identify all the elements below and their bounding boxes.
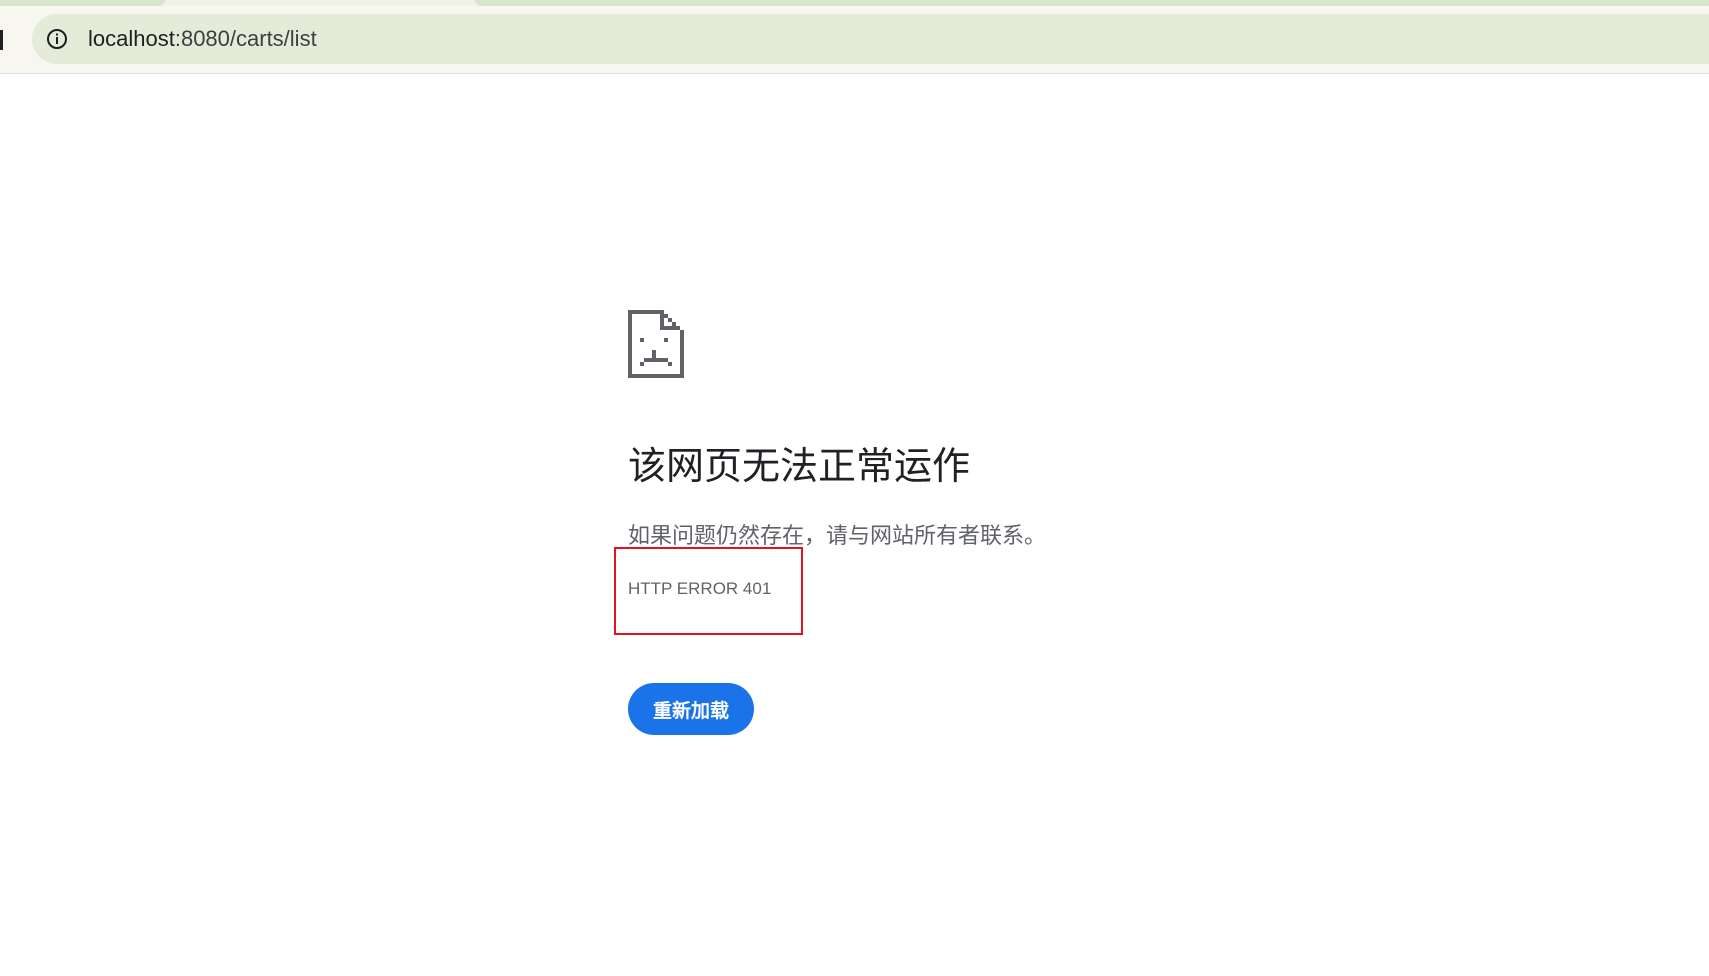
error-code-highlight — [614, 547, 803, 635]
url-host: localhost — [88, 26, 175, 51]
tab-strip — [0, 0, 1709, 6]
tab-left[interactable] — [0, 0, 165, 6]
address-bar[interactable]: localhost:8080/carts/list — [32, 14, 1709, 64]
url-text[interactable]: localhost:8080/carts/list — [88, 26, 317, 52]
url-path: :8080/carts/list — [174, 26, 317, 51]
window-edge-marker — [0, 30, 3, 50]
info-icon[interactable] — [45, 27, 69, 51]
tab-right[interactable] — [475, 0, 1709, 6]
error-title: 该网页无法正常运作 — [628, 446, 971, 488]
sad-page-icon — [628, 310, 684, 378]
browser-toolbar: localhost:8080/carts/list — [0, 0, 1709, 74]
reload-button[interactable]: 重新加载 — [628, 683, 754, 735]
error-message: 如果问题仍然存在，请与网站所有者联系。 — [628, 523, 1047, 548]
